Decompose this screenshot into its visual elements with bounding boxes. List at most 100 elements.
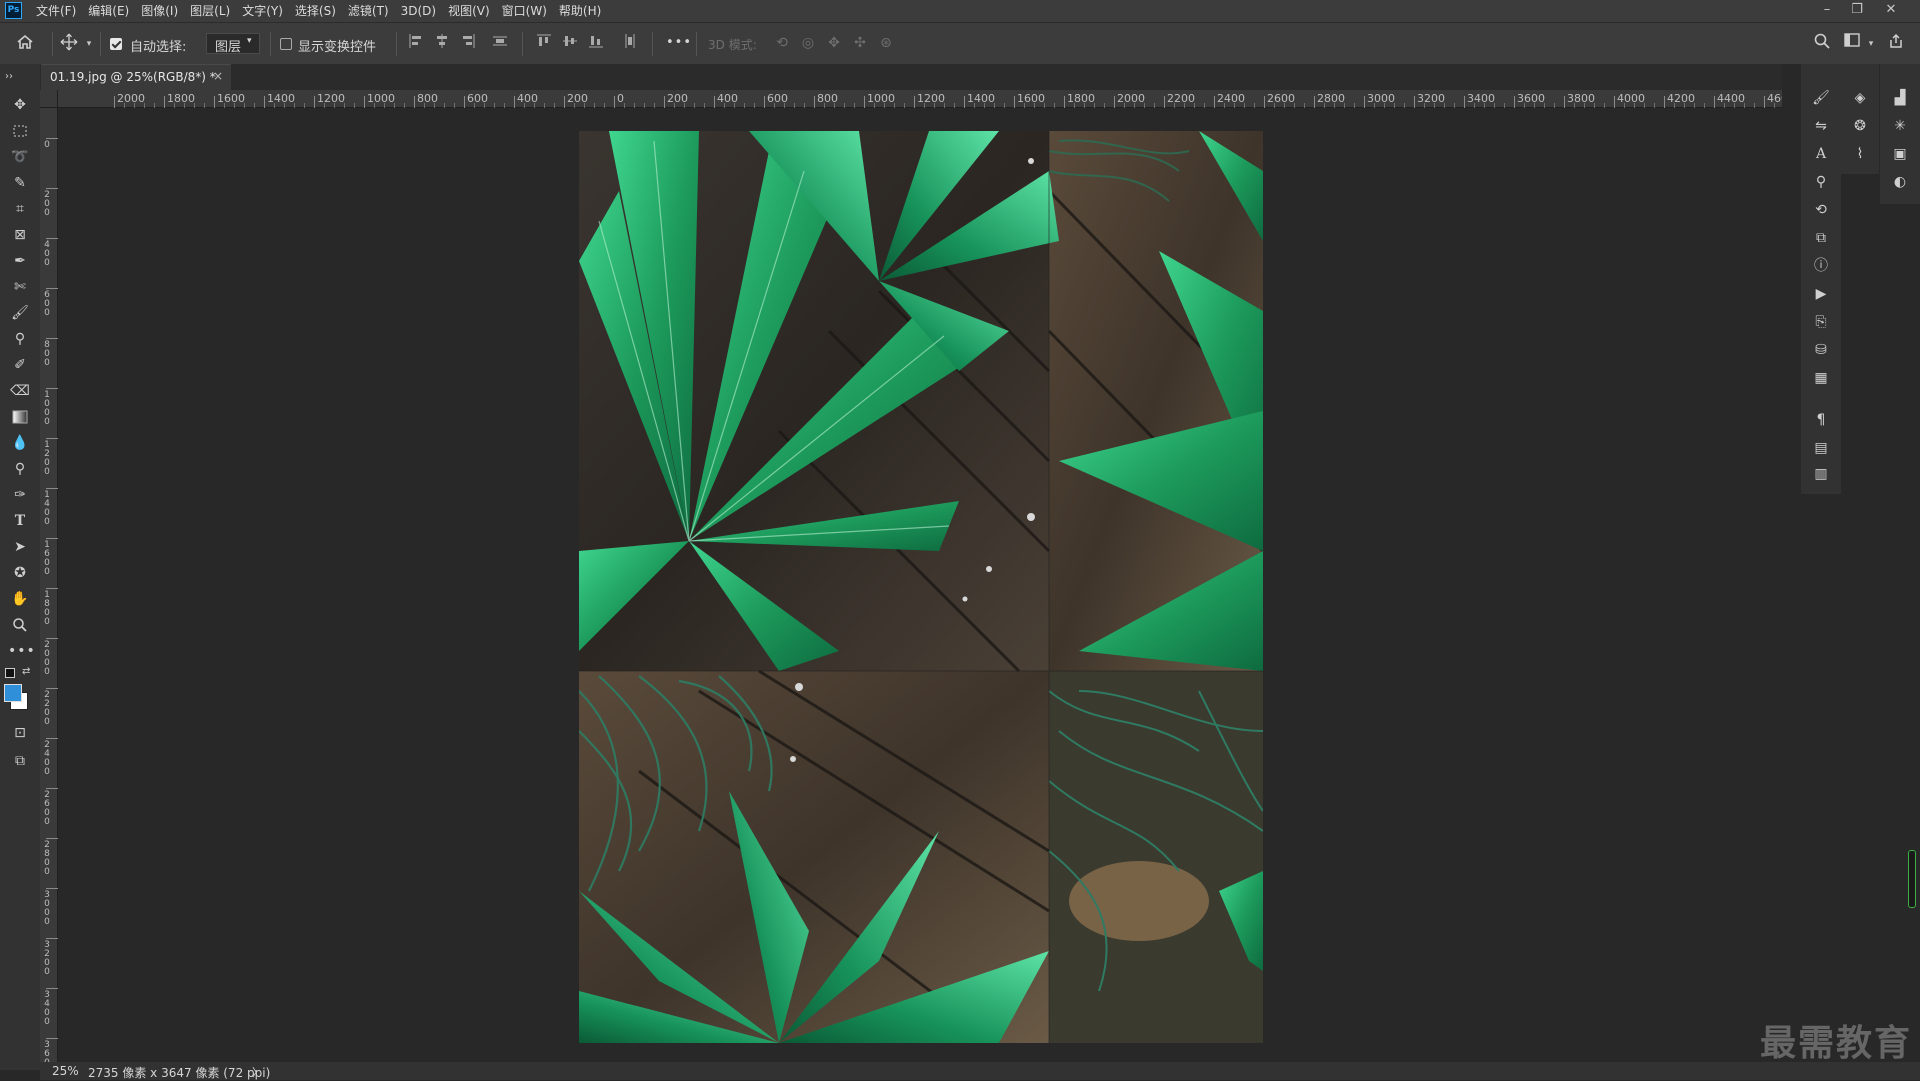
layer-dropdown[interactable]: 图层 ▾	[206, 33, 260, 55]
screen-mode-icon[interactable]: ⧉	[8, 750, 32, 772]
restore-button[interactable]: ❐	[1842, 0, 1872, 22]
lasso-tool-icon[interactable]: ➰	[8, 146, 32, 168]
adjustments-icon[interactable]: ⇋	[1810, 116, 1832, 136]
status-menu-arrow[interactable]: 〉	[252, 1064, 263, 1080]
ruler-label: 1600	[217, 92, 245, 105]
table-icon[interactable]: ▦	[1810, 368, 1832, 388]
paths-icon[interactable]: ⌇	[1849, 144, 1871, 164]
layer-comps-icon[interactable]: ⧉	[1810, 228, 1832, 248]
stamp-tool-icon[interactable]: ⚲	[8, 328, 32, 350]
ruler-tick	[46, 638, 58, 639]
menu-window[interactable]: 窗口(W)	[496, 0, 553, 22]
healing-tool-icon[interactable]: ✄	[8, 276, 32, 298]
brush-settings-icon[interactable]: 🖌	[1810, 88, 1832, 108]
swap-colors-icon[interactable]: ⇄	[22, 666, 30, 677]
history-icon[interactable]: ⟲	[1810, 200, 1832, 220]
dodge-tool-icon[interactable]: ⚲	[8, 458, 32, 480]
navigator-icon[interactable]: ✳	[1889, 116, 1911, 136]
type-tool-icon[interactable]: T	[8, 510, 32, 532]
zoom-tool-icon[interactable]	[8, 614, 32, 636]
menu-file[interactable]: 文件(F)	[30, 0, 82, 22]
histogram-icon[interactable]: ▟	[1889, 88, 1911, 108]
notes-icon[interactable]: ▥	[1810, 464, 1832, 484]
zoom-level[interactable]: 25%	[52, 1064, 79, 1078]
history-brush-tool-icon[interactable]: ✐	[8, 354, 32, 376]
3d-orbit-icon[interactable]: ⟲	[772, 33, 792, 53]
quick-select-tool-icon[interactable]: ✎	[8, 172, 32, 194]
menu-image[interactable]: 图像(I)	[135, 0, 184, 22]
crop-tool-icon[interactable]: ⌗	[8, 198, 32, 220]
document-tab[interactable]: 01.19.jpg @ 25%(RGB/8*) * ×	[41, 64, 231, 90]
character-icon[interactable]: A	[1810, 144, 1832, 164]
move-tool-icon[interactable]	[60, 33, 80, 51]
minimize-button[interactable]: –	[1812, 0, 1842, 22]
pen-tool-icon[interactable]: ✑	[8, 484, 32, 506]
default-colors-icon[interactable]	[5, 668, 15, 678]
menu-edit[interactable]: 编辑(E)	[82, 0, 135, 22]
chevron-down-icon[interactable]: ▾	[1866, 34, 1876, 54]
menu-help[interactable]: 帮助(H)	[553, 0, 607, 22]
search-icon[interactable]	[1814, 33, 1836, 49]
blur-tool-icon[interactable]: 💧	[8, 432, 32, 454]
align-right-icon[interactable]	[460, 33, 480, 49]
quick-mask-icon[interactable]: ⊡	[8, 722, 32, 744]
gradient-tool-icon[interactable]	[8, 406, 32, 428]
actions-icon[interactable]: ▶	[1810, 284, 1832, 304]
ruler-label: 1200	[917, 92, 945, 105]
libraries-icon[interactable]: ▣	[1889, 144, 1911, 164]
marquee-tool-icon[interactable]	[8, 120, 32, 142]
close-tab-icon[interactable]: ×	[213, 69, 223, 83]
clone-source-icon[interactable]: ⚲	[1810, 172, 1832, 192]
share-icon[interactable]	[1888, 33, 1910, 49]
shape-tool-icon[interactable]: ✪	[8, 562, 32, 584]
hand-tool-icon[interactable]: ✋	[8, 588, 32, 610]
chevron-down-icon[interactable]: ▾	[84, 34, 94, 54]
ruler-origin[interactable]	[40, 90, 58, 108]
menu-select[interactable]: 选择(S)	[289, 0, 342, 22]
properties-icon[interactable]: ▤	[1810, 438, 1832, 458]
distribute-vertical-icon[interactable]	[492, 33, 512, 49]
home-icon[interactable]	[16, 33, 40, 51]
align-center-icon[interactable]	[434, 33, 454, 49]
eraser-tool-icon[interactable]: ⌫	[8, 380, 32, 402]
info-icon[interactable]: ⓘ	[1810, 256, 1832, 276]
brush-tool-icon[interactable]: 🖌	[8, 302, 32, 324]
document-image[interactable]	[579, 131, 1263, 1043]
3d-slide-icon[interactable]: ✣	[850, 33, 870, 53]
menu-filter[interactable]: 滤镜(T)	[342, 0, 395, 22]
menu-3d[interactable]: 3D(D)	[395, 0, 442, 22]
menu-type[interactable]: 文字(Y)	[236, 0, 289, 22]
ruler-label: 4200	[1667, 92, 1695, 105]
3d-icon[interactable]: ⛁	[1810, 340, 1832, 360]
3d-roll-icon[interactable]: ◎	[798, 33, 818, 53]
move-tool-icon[interactable]: ✥	[8, 94, 32, 116]
align-bottom-icon[interactable]	[588, 33, 608, 49]
glyphs-icon[interactable]: ⎘	[1810, 312, 1832, 332]
ruler-tick	[1564, 96, 1565, 108]
menu-layer[interactable]: 图层(L)	[184, 0, 236, 22]
color-icon[interactable]: ◐	[1889, 172, 1911, 192]
workspace-icon[interactable]	[1844, 33, 1866, 47]
align-left-icon[interactable]	[408, 33, 428, 49]
ruler-tick	[1614, 96, 1615, 108]
close-button[interactable]: ✕	[1876, 0, 1906, 22]
3d-pan-icon[interactable]: ✥	[824, 33, 844, 53]
auto-select-checkbox[interactable]	[110, 38, 122, 50]
align-middle-icon[interactable]	[562, 33, 582, 49]
path-select-tool-icon[interactable]: ➤	[8, 536, 32, 558]
show-transform-checkbox[interactable]	[280, 38, 292, 50]
vertical-scrollbar[interactable]	[1908, 850, 1916, 908]
channels-icon[interactable]: ❂	[1849, 116, 1871, 136]
frame-tool-icon[interactable]: ⊠	[8, 224, 32, 246]
eyedropper-tool-icon[interactable]: ✒	[8, 250, 32, 272]
align-top-icon[interactable]	[536, 33, 556, 49]
distribute-horizontal-icon[interactable]	[622, 33, 642, 49]
more-tools-icon[interactable]: •••	[8, 640, 35, 662]
more-options-button[interactable]: •••	[666, 35, 692, 50]
menu-view[interactable]: 视图(V)	[442, 0, 496, 22]
collapse-icon[interactable]: ››	[2, 66, 16, 88]
foreground-color-swatch[interactable]	[4, 684, 22, 702]
layers-icon[interactable]: ◈	[1849, 88, 1871, 108]
3d-scale-icon[interactable]: ⊛	[876, 33, 896, 53]
paragraph-icon[interactable]: ¶	[1810, 410, 1832, 430]
